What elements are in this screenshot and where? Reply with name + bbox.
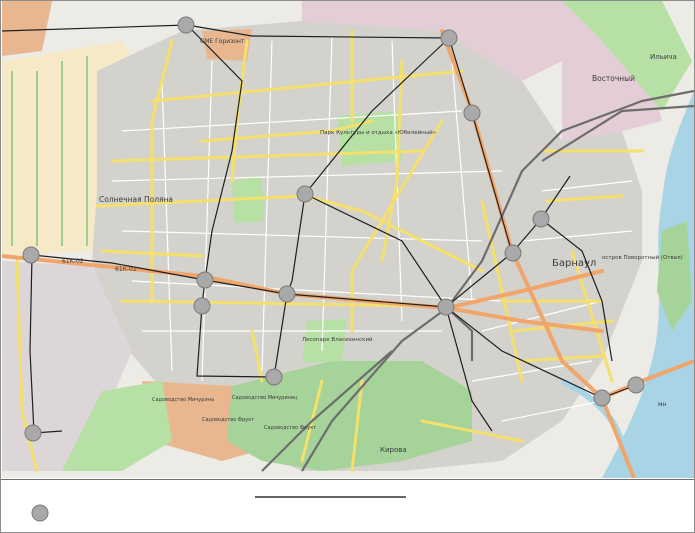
label-kirova: Кирова bbox=[380, 446, 407, 454]
label-ilyich: Ильича bbox=[650, 53, 677, 61]
gray-circle-marker[interactable] bbox=[193, 297, 211, 315]
gray-circle-marker[interactable] bbox=[504, 244, 522, 262]
gray-circle-marker[interactable] bbox=[463, 104, 481, 122]
gray-circle-marker[interactable] bbox=[265, 368, 283, 386]
map-legend bbox=[1, 479, 694, 532]
label-sadovod-3: Садоводство Фрукт bbox=[202, 417, 254, 423]
label-sadovod-2: Садоводство Мичуринец bbox=[232, 395, 298, 401]
gray-circle-marker[interactable] bbox=[24, 424, 42, 442]
park-green bbox=[337, 111, 402, 166]
label-road-code-1: 61К-02 bbox=[62, 258, 84, 265]
legend-graphic bbox=[31, 496, 406, 522]
gray-circle-marker[interactable] bbox=[196, 271, 214, 289]
gray-circle-marker-icon bbox=[31, 504, 49, 522]
gray-circle-marker[interactable] bbox=[593, 389, 611, 407]
label-sadovod-4: Садоводство Фрукт bbox=[264, 425, 316, 431]
label-lesopark: Лесопарк Власихинский bbox=[302, 336, 373, 343]
gray-circle-marker[interactable] bbox=[437, 298, 455, 316]
gray-circle-marker[interactable] bbox=[22, 246, 40, 264]
map-view[interactable]: СМЕ Горизонт Солнечная Поляна Парк Культ… bbox=[2, 1, 694, 478]
gray-circle-marker[interactable] bbox=[177, 16, 195, 34]
label-vostochny: Восточный bbox=[592, 74, 635, 83]
map-figure: СМЕ Горизонт Солнечная Поляна Парк Культ… bbox=[0, 0, 695, 533]
label-barnaul: Барнаул bbox=[552, 258, 596, 269]
gray-circle-marker[interactable] bbox=[278, 285, 296, 303]
gray-circle-marker[interactable] bbox=[532, 210, 550, 228]
label-road-code-2: 61К-02 bbox=[115, 266, 137, 273]
label-solnechnaya-polyana: Солнечная Поляна bbox=[99, 195, 173, 204]
label-smt: СМЕ Горизонт bbox=[200, 38, 245, 45]
gray-circle-marker[interactable] bbox=[296, 185, 314, 203]
label-sadovod-1: Садоводство Мичурина bbox=[152, 397, 214, 403]
gray-circle-marker[interactable] bbox=[440, 29, 458, 47]
label-edge: мн bbox=[658, 401, 667, 408]
label-island: остров Поворотный (Отвал) bbox=[602, 254, 683, 261]
gray-circle-marker[interactable] bbox=[627, 376, 645, 394]
label-park: Парк Культуры и отдыха «Юбилейный» bbox=[320, 129, 436, 136]
